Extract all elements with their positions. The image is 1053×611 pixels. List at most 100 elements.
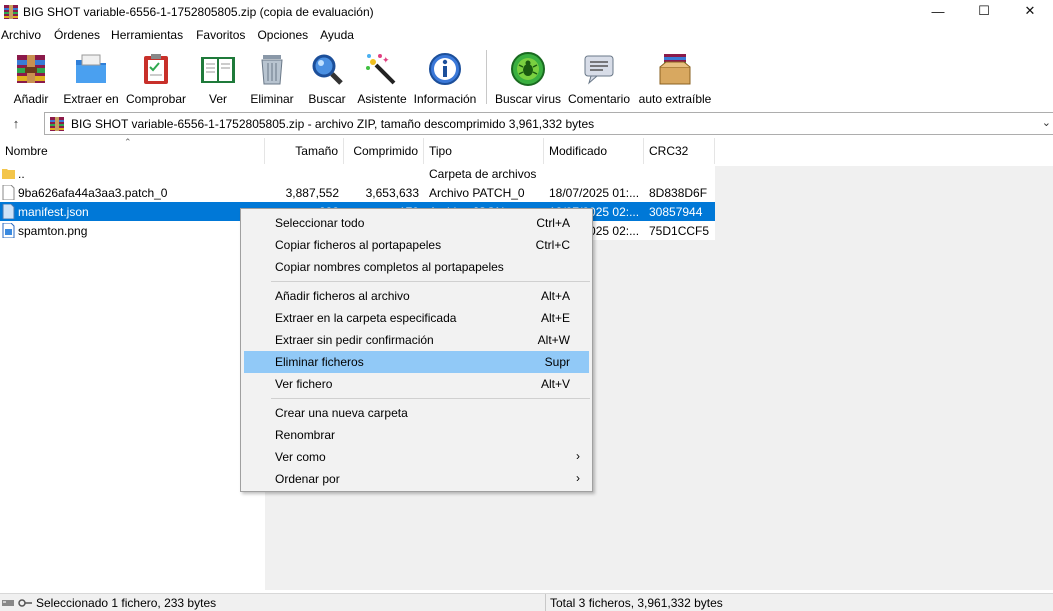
column-header-modified[interactable]: Modificado	[544, 138, 644, 164]
magic-wand-icon: ✦	[363, 50, 401, 88]
table-row[interactable]: .. Carpeta de archivos	[0, 164, 715, 183]
menu-select-all[interactable]: Seleccionar todo Ctrl+A	[241, 212, 592, 234]
virus-scan-button[interactable]: Buscar virus	[493, 46, 563, 106]
menu-separator	[271, 281, 590, 282]
column-header-type[interactable]: Tipo	[424, 138, 544, 164]
add-button[interactable]: Añadir	[0, 46, 62, 106]
file-name: manifest.json	[18, 204, 89, 219]
title-bar: BIG SHOT variable-6556-1-1752805805.zip …	[0, 0, 1053, 24]
submenu-arrow-icon: ›	[576, 449, 580, 463]
test-label: Comprobar	[125, 92, 187, 106]
menu-add-files[interactable]: Añadir ficheros al archivo Alt+A	[241, 285, 592, 307]
test-clipboard-icon	[137, 50, 175, 88]
address-field[interactable]: BIG SHOT variable-6556-1-1752805805.zip …	[44, 112, 1053, 135]
minimize-button[interactable]: —	[915, 0, 961, 22]
test-button[interactable]: Comprobar	[120, 46, 192, 106]
file-modified: 18/07/2025 01:...	[549, 185, 640, 200]
wizard-button[interactable]: ✦ Asistente	[354, 46, 410, 106]
file-name: ..	[18, 166, 25, 181]
file-crc: 8D838D6F	[649, 185, 708, 200]
menu-herramientas[interactable]: Herramientas	[107, 28, 190, 42]
toolbar-separator	[486, 50, 487, 104]
address-path: BIG SHOT variable-6556-1-1752805805.zip …	[71, 116, 595, 131]
view-book-icon	[199, 50, 237, 88]
svg-text:✦: ✦	[382, 55, 390, 65]
address-row: ↑ BIG SHOT variable-6556-1-1752805805.zi…	[0, 111, 1053, 136]
menu-copy-files[interactable]: Copiar ficheros al portapapeles Ctrl+C	[241, 234, 592, 256]
shortcut: Ctrl+A	[536, 216, 570, 230]
menu-view-as[interactable]: Ver como ›	[241, 446, 592, 468]
menu-sort-by[interactable]: Ordenar por ›	[241, 468, 592, 490]
menu-opciones[interactable]: Opciones	[252, 28, 315, 42]
menu-copy-full-names[interactable]: Copiar nombres completos al portapapeles	[241, 256, 592, 278]
delete-label: Eliminar	[250, 92, 294, 106]
file-packed: 3,653,633	[365, 185, 419, 200]
view-button[interactable]: Ver	[192, 46, 244, 106]
sfx-label: auto extraíble	[638, 92, 712, 106]
close-button[interactable]: ✕	[1007, 0, 1053, 22]
file-size: 3,887,552	[285, 185, 339, 200]
sfx-button[interactable]: auto extraíble	[635, 46, 715, 106]
zip-archive-icon	[50, 116, 64, 131]
magnifier-icon	[308, 50, 346, 88]
up-folder-button[interactable]: ↑	[0, 116, 32, 131]
extract-to-button[interactable]: Extraer en	[62, 46, 120, 106]
extract-to-label: Extraer en	[63, 92, 119, 106]
menu-separator	[271, 398, 590, 399]
info-label: Información	[413, 92, 477, 106]
drive-icon[interactable]	[2, 598, 14, 608]
shortcut: Alt+E	[540, 311, 570, 325]
wizard-label: Asistente	[357, 92, 407, 106]
key-icon[interactable]	[18, 598, 32, 608]
column-header-packed[interactable]: Comprimido	[344, 138, 424, 164]
menu-extract-no-confirm[interactable]: Extraer sin pedir confirmación Alt+W	[241, 329, 592, 351]
file-type: Carpeta de archivos	[429, 166, 537, 181]
submenu-arrow-icon: ›	[576, 471, 580, 485]
menu-ayuda[interactable]: Ayuda	[315, 28, 361, 42]
find-label: Buscar	[308, 92, 346, 106]
view-label: Ver	[208, 92, 227, 106]
table-row[interactable]: 9ba626afa44a3aa3.patch_0 3,887,552 3,653…	[0, 183, 715, 202]
maximize-button[interactable]: ☐	[961, 0, 1007, 22]
winrar-app-icon[interactable]	[4, 5, 18, 19]
find-button[interactable]: Buscar	[300, 46, 354, 106]
info-icon	[426, 50, 464, 88]
shortcut: Alt+V	[540, 377, 570, 391]
shortcut: Supr	[544, 355, 570, 369]
toolbar: Añadir Extraer en Comprobar Ver Eliminar…	[0, 46, 1053, 108]
image-file-icon	[2, 223, 15, 238]
menu-extract-to-folder[interactable]: Extraer en la carpeta especificada Alt+E	[241, 307, 592, 329]
address-dropdown-icon[interactable]: ⌄	[1042, 116, 1051, 129]
menu-delete-files[interactable]: Eliminar ficheros Supr	[244, 351, 589, 373]
add-label: Añadir	[13, 92, 49, 106]
shortcut: Ctrl+C	[535, 238, 570, 252]
menu-new-folder[interactable]: Crear una nueva carpeta	[241, 402, 592, 424]
shortcut: Alt+A	[540, 289, 570, 303]
window-title: BIG SHOT variable-6556-1-1752805805.zip …	[23, 5, 374, 19]
menu-archivo[interactable]: Archivo	[0, 28, 48, 42]
virus-scan-icon	[509, 50, 547, 88]
file-type: Archivo PATCH_0	[429, 185, 525, 200]
sfx-box-icon	[656, 50, 694, 88]
menu-bar: Archivo Órdenes Herramientas Favoritos O…	[0, 25, 361, 45]
folder-icon	[2, 169, 15, 179]
file-name: 9ba626afa44a3aa3.patch_0	[18, 185, 168, 200]
delete-button[interactable]: Eliminar	[244, 46, 300, 106]
menu-rename[interactable]: Renombrar	[241, 424, 592, 446]
comment-button[interactable]: Comentario	[563, 46, 635, 106]
menu-favoritos[interactable]: Favoritos	[190, 28, 252, 42]
status-total: Total 3 ficheros, 3,961,332 bytes	[550, 595, 723, 610]
info-button[interactable]: Información	[410, 46, 480, 106]
add-archive-icon	[12, 50, 50, 88]
column-header-crc32[interactable]: CRC32	[644, 138, 715, 164]
column-headers: Nombre ⌃ Tamaño Comprimido Tipo Modifica…	[0, 137, 715, 164]
window-controls: — ☐ ✕	[915, 0, 1053, 22]
virus-scan-label: Buscar virus	[494, 92, 562, 106]
column-header-name[interactable]: Nombre ⌃	[0, 137, 265, 164]
shortcut: Alt+W	[537, 333, 570, 347]
sort-ascending-icon: ⌃	[124, 137, 132, 147]
menu-view-file[interactable]: Ver fichero Alt+V	[241, 373, 592, 395]
column-header-size[interactable]: Tamaño	[265, 138, 344, 164]
status-bar: Seleccionado 1 fichero, 233 bytes Total …	[0, 593, 1053, 611]
menu-ordenes[interactable]: Órdenes	[48, 28, 107, 42]
